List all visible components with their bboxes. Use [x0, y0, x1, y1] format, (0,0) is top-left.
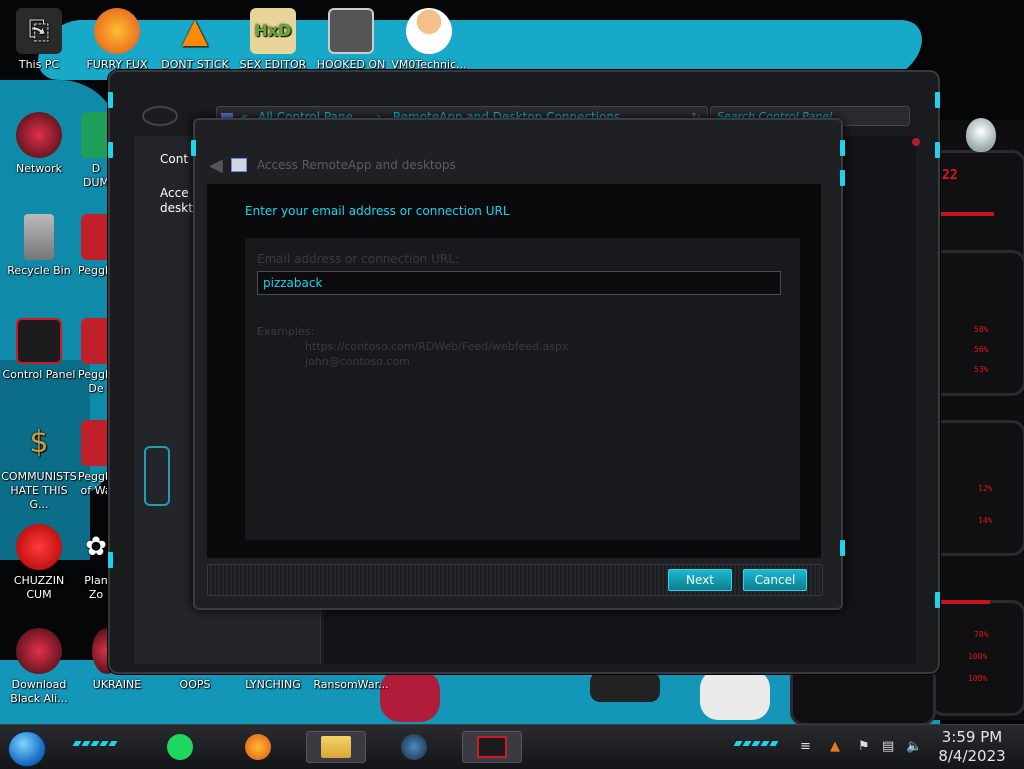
sidebar-link-control-panel-home[interactable]: Cont — [160, 152, 188, 166]
taskbar-control-panel[interactable] — [462, 731, 522, 763]
example-url: https://contoso.com/RDWeb/Feed/webfeed.a… — [305, 340, 569, 353]
cancel-button[interactable]: Cancel — [743, 569, 807, 591]
computer-icon: ⎘ — [16, 8, 62, 54]
help-icon[interactable] — [912, 138, 920, 146]
vlc-cone-icon: ▲ — [181, 11, 209, 51]
network-orb-icon — [16, 112, 62, 158]
taskbar-spotify[interactable] — [150, 731, 210, 763]
desktop-icon-recycle-bin[interactable]: Recycle Bin — [0, 214, 78, 278]
desktop-icon-control-panel[interactable]: Control Panel — [0, 318, 78, 382]
example-email: john@contoso.com — [305, 355, 410, 368]
desktop-icon-download-black[interactable]: Download Black Ali... — [0, 628, 78, 706]
hex-editor-icon: HxD — [250, 8, 296, 54]
steam-icon — [401, 734, 427, 760]
firefox-icon — [245, 734, 271, 760]
clock-time[interactable]: 3:59 PM — [930, 728, 1014, 746]
file-explorer-icon — [321, 736, 351, 758]
peggle-icon — [81, 214, 111, 260]
taskbar-file-explorer[interactable] — [306, 731, 366, 763]
chuzzle-icon — [16, 524, 62, 570]
control-panel-icon — [16, 318, 62, 364]
access-remoteapp-dialog[interactable]: ◀ Access RemoteApp and desktops Enter yo… — [191, 118, 845, 610]
start-orb-icon[interactable] — [8, 731, 46, 767]
flower-icon: ✿ — [85, 532, 107, 562]
desktop-icon-furry-fux[interactable]: FURRY FUX — [78, 8, 156, 72]
shield-icon[interactable]: ▲ — [830, 739, 840, 754]
remoteapp-icon — [230, 158, 247, 172]
doctor-avatar-icon — [406, 8, 452, 54]
url-field-label: Email address or connection URL: — [257, 252, 459, 266]
nl-logo-icon — [144, 446, 170, 506]
maze-app-icon — [328, 8, 374, 54]
desktop-icon-network[interactable]: Network — [0, 112, 78, 176]
clock-date[interactable]: 8/4/2023 — [930, 747, 1014, 765]
firefox-icon — [94, 8, 140, 54]
desktop-icon-chuzzin[interactable]: CHUZZIN CUM — [0, 524, 78, 602]
desktop-icon-hooked-on[interactable]: HOOKED ON — [312, 8, 390, 72]
alien-logo-icon — [966, 118, 996, 152]
dialog-footer: Next Cancel — [207, 564, 823, 596]
desktop-icon-sex-editor[interactable]: HxD SEX EDITOR — [234, 8, 312, 72]
show-hidden-icons-icon[interactable]: ≡ — [800, 739, 811, 754]
desktop-icon-communists[interactable]: $ COMMUNISTS HATE THIS G... — [0, 420, 78, 512]
input-panel: Email address or connection URL: Example… — [245, 238, 800, 540]
next-button[interactable]: Next — [668, 569, 732, 591]
peggle-icon — [81, 420, 111, 466]
back-arrow-icon[interactable]: ◀ — [209, 155, 223, 176]
app-icon — [81, 112, 111, 158]
taskbar: ≡ ▲ ⚑ ▤ 🔈 — [0, 724, 1024, 769]
desktop-icon-dont-stick[interactable]: ▲ DONT STICK — [156, 8, 234, 72]
network-icon[interactable]: ▤ — [882, 739, 894, 754]
volume-icon[interactable]: 🔈 — [906, 739, 922, 754]
flag-icon[interactable]: ⚑ — [858, 739, 870, 754]
dialog-body: Enter your email address or connection U… — [207, 184, 821, 558]
control-panel-icon — [477, 736, 507, 758]
desktop-icon-this-pc[interactable]: ⎘ This PC — [0, 8, 78, 72]
dialog-heading: Enter your email address or connection U… — [245, 204, 510, 218]
recycle-bin-icon — [24, 214, 54, 260]
network-orb-icon — [16, 628, 62, 674]
taskbar-firefox[interactable] — [228, 731, 288, 763]
peggle-icon — [81, 318, 111, 364]
examples-label: Examples: — [257, 325, 315, 338]
dialog-title: Access RemoteApp and desktops — [256, 158, 456, 172]
nav-back-forward-icon[interactable] — [142, 106, 178, 126]
desktop-icon-vm0[interactable]: VM0Technic... — [390, 8, 468, 72]
taskbar-steam[interactable] — [384, 731, 444, 763]
connection-url-input[interactable] — [257, 271, 781, 295]
spotify-icon — [167, 734, 193, 760]
money-bag-icon: $ — [29, 425, 49, 460]
